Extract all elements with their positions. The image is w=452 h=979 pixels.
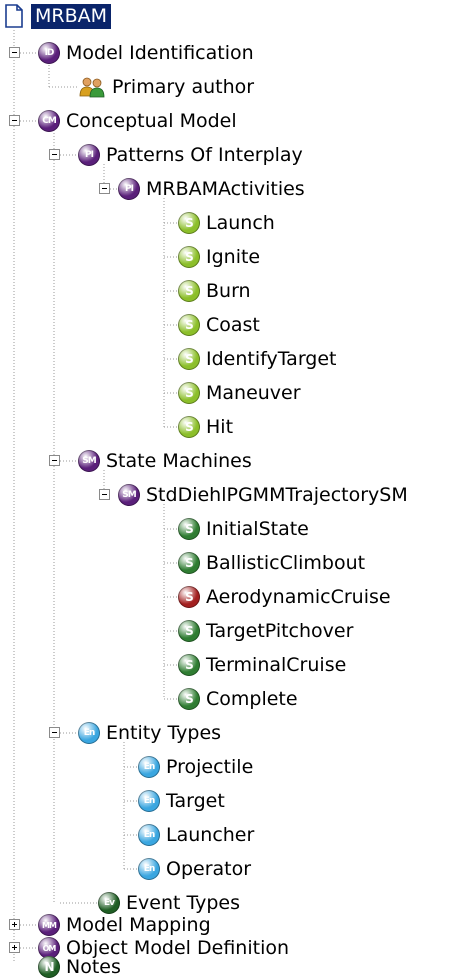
tree-node-label: Conceptual Model [66,110,237,132]
s-icon: S [178,416,200,438]
tree-node-label: StdDiehlPGMMTrajectorySM [146,484,408,506]
tree-node-coast[interactable]: S Coast [178,311,260,339]
people-icon [79,77,105,98]
s-icon: S [178,620,200,642]
tree-node-label: Ignite [206,246,261,268]
expand-toggle-object-model-definition[interactable] [9,942,20,953]
expand-toggle-model-mapping[interactable] [9,919,20,930]
tree-node-aerodynamiccruise[interactable]: S AerodynamicCruise [178,583,391,611]
tree-node-targetpitchover[interactable]: S TargetPitchover [178,617,353,645]
pi-icon: PI [78,144,100,166]
tree-node-label: Target [166,790,225,812]
tree-node-label: Primary author [112,76,255,98]
collapse-toggle-state-machines[interactable] [49,455,60,466]
tree-node-launcher[interactable]: En Launcher [138,821,254,849]
collapse-toggle-mrbamactivities[interactable] [99,183,110,194]
s-icon: S [178,654,200,676]
tree-node-label: BallisticClimbout [206,552,366,574]
tree-node-operator[interactable]: En Operator [138,855,251,883]
sm-icon: SM [118,484,140,506]
en-icon: En [78,722,100,744]
tree-node-notes[interactable]: N Notes [38,956,121,978]
model-tree: MRBAM ID Model Identification Primary au… [0,0,452,978]
tree-node-maneuver[interactable]: S Maneuver [178,379,301,407]
tree-node-ballisticclimbout[interactable]: S BallisticClimbout [178,549,365,577]
tree-node-label: Launcher [166,824,255,846]
cm-icon: CM [38,110,60,132]
s-icon: S [178,382,200,404]
tree-node-target[interactable]: En Target [138,787,225,815]
tree-node-label: IdentifyTarget [206,348,337,370]
tree-node-label: Maneuver [206,382,301,404]
tree-root-label: MRBAM [31,3,112,29]
collapse-toggle-model-identification[interactable] [9,47,20,58]
tree-node-launch[interactable]: S Launch [178,209,275,237]
tree-node-initialstate[interactable]: S InitialState [178,515,309,543]
tree-node-label: Burn [206,280,251,302]
s-icon: S [178,688,200,710]
tree-node-label: Projectile [166,756,254,778]
s-icon: S [178,212,200,234]
n-icon: N [38,956,60,978]
tree-node-state-machines[interactable]: SM State Machines [78,447,252,475]
collapse-toggle-patterns-of-interplay[interactable] [49,149,60,160]
tree-node-label: AerodynamicCruise [206,586,391,608]
tree-node-label: Patterns Of Interplay [106,144,303,166]
tree-node-label: Entity Types [106,722,222,744]
tree-node-stddiehlpgmmtrajectorysm[interactable]: SM StdDiehlPGMMTrajectorySM [118,481,408,509]
id-icon: ID [38,42,60,64]
tree-node-projectile[interactable]: En Projectile [138,753,253,781]
tree-node-entity-types[interactable]: En Entity Types [78,719,221,747]
tree-node-conceptual-model[interactable]: CM Conceptual Model [38,107,237,135]
en-icon: En [138,790,160,812]
tree-node-label: Complete [206,688,298,710]
en-icon: En [138,756,160,778]
tree-node-label: Launch [206,212,275,234]
pi-icon: PI [118,178,140,200]
tree-node-ignite[interactable]: S Ignite [178,243,260,271]
tree-node-model-identification[interactable]: ID Model Identification [38,39,254,67]
tree-node-label: Hit [206,416,234,438]
s-icon: S [178,586,200,608]
tree-node-terminalcruise[interactable]: S TerminalCruise [178,651,346,679]
en-icon: En [138,824,160,846]
tree-root[interactable]: MRBAM [3,2,112,30]
sm-icon: SM [78,450,100,472]
mm-icon: MM [38,914,60,936]
document-icon [5,4,23,28]
tree-node-patterns-of-interplay[interactable]: PI Patterns Of Interplay [78,141,303,169]
s-icon: S [178,246,200,268]
collapse-toggle-conceptual-model[interactable] [9,115,20,126]
collapse-toggle-entity-types[interactable] [49,727,60,738]
tree-node-primary-author[interactable]: Primary author [78,73,254,101]
tree-node-complete[interactable]: S Complete [178,685,298,713]
s-icon: S [178,518,200,540]
tree-node-mrbamactivities[interactable]: PI MRBAMActivities [118,175,305,203]
tree-node-hit[interactable]: S Hit [178,413,233,441]
tree-node-label: InitialState [206,518,309,540]
s-icon: S [178,314,200,336]
tree-node-label: Notes [66,956,121,978]
tree-node-label: State Machines [106,450,252,472]
s-icon: S [178,280,200,302]
tree-node-label: Coast [206,314,260,336]
en-icon: En [138,858,160,880]
tree-node-label: TerminalCruise [206,654,347,676]
tree-node-label: Operator [166,858,252,880]
s-icon: S [178,552,200,574]
s-icon: S [178,348,200,370]
tree-node-label: MRBAMActivities [146,178,305,200]
tree-node-burn[interactable]: S Burn [178,277,251,305]
tree-node-identifytarget[interactable]: S IdentifyTarget [178,345,337,373]
collapse-toggle-stddiehlpgmmtrajectorysm[interactable] [99,489,110,500]
tree-node-label: TargetPitchover [206,620,354,642]
tree-node-label: Model Identification [66,42,254,64]
